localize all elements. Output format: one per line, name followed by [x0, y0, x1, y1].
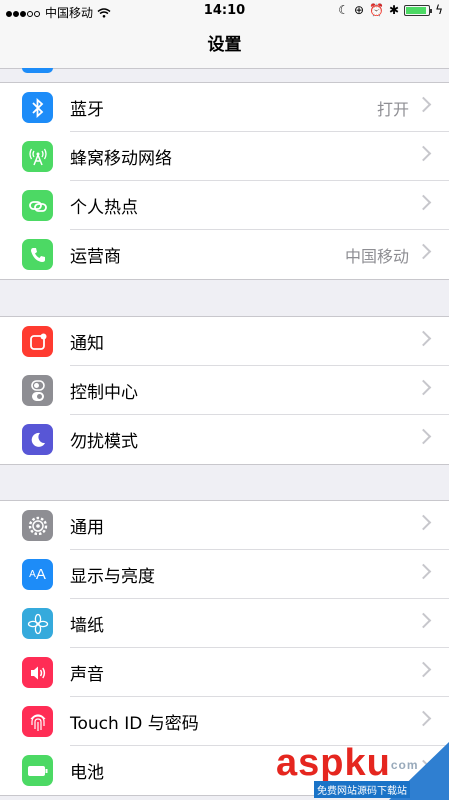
- status-bar: 中国移动 14:10 ☾ ⊕ ⏰ ✱ ϟ: [0, 0, 449, 22]
- chevron-right-icon: [415, 612, 432, 629]
- chevron-right-icon: [415, 145, 432, 162]
- row-do-not-disturb[interactable]: 勿扰模式: [0, 415, 449, 464]
- notifications-icon: [22, 326, 53, 357]
- rotation-lock-icon: ⊕: [354, 3, 365, 17]
- moon-icon: [22, 424, 53, 455]
- watermark-subtitle: 免费网站源码下载站: [314, 781, 410, 798]
- row-display[interactable]: AA 显示与亮度: [0, 550, 449, 599]
- battery-icon: [22, 755, 53, 786]
- chevron-right-icon: [415, 428, 432, 445]
- row-notifications[interactable]: 通知: [0, 317, 449, 366]
- status-right: ☾ ⊕ ⏰ ✱ ϟ: [338, 3, 443, 17]
- battery-status-icon: [404, 4, 433, 16]
- chevron-right-icon: [415, 96, 432, 113]
- chevron-right-icon: [415, 563, 432, 580]
- row-hotspot[interactable]: 个人热点: [0, 181, 449, 230]
- charging-icon: ϟ: [435, 3, 443, 17]
- row-label: 墙纸: [70, 616, 104, 636]
- row-label: 电池: [70, 763, 104, 783]
- row-label: 通知: [70, 334, 104, 354]
- row-label: 运营商: [70, 247, 121, 267]
- chevron-right-icon: [415, 661, 432, 678]
- row-wallpaper[interactable]: 墙纸: [0, 599, 449, 648]
- phone-icon: [22, 239, 53, 270]
- row-carrier[interactable]: 运营商 中国移动: [0, 230, 449, 279]
- row-general[interactable]: 通用: [0, 501, 449, 550]
- wallpaper-icon: [22, 608, 53, 639]
- gear-icon: [22, 510, 53, 541]
- chevron-right-icon: [415, 379, 432, 396]
- row-label: 通用: [70, 518, 104, 538]
- row-bluetooth[interactable]: 蓝牙 打开: [0, 83, 449, 132]
- group-connectivity: 蓝牙 打开 蜂窝移动网络 个人热点 运营商 中国移动: [0, 82, 449, 280]
- row-sounds[interactable]: 声音: [0, 648, 449, 697]
- scrolled-row-icon: [22, 68, 53, 73]
- hotspot-icon: [22, 190, 53, 221]
- row-touch-id[interactable]: Touch ID 与密码: [0, 697, 449, 746]
- sound-icon: [22, 657, 53, 688]
- row-label: 显示与亮度: [70, 567, 155, 587]
- page-title: 设置: [0, 22, 449, 69]
- fingerprint-icon: [22, 706, 53, 737]
- watermark-text: aspkucom: [276, 742, 419, 784]
- display-icon: AA: [22, 559, 53, 590]
- chevron-right-icon: [415, 514, 432, 531]
- watermark: aspkucom 免费网站源码下载站: [274, 742, 449, 800]
- moon-status-icon: ☾: [338, 3, 349, 17]
- chevron-right-icon: [415, 330, 432, 347]
- chevron-right-icon: [415, 243, 432, 260]
- row-label: 蓝牙: [70, 100, 104, 120]
- row-label: 勿扰模式: [70, 432, 138, 452]
- row-label: 控制中心: [70, 383, 138, 403]
- chevron-right-icon: [415, 194, 432, 211]
- alarm-icon: ⏰: [369, 3, 385, 17]
- row-label: Touch ID 与密码: [70, 714, 199, 734]
- control-center-icon: [22, 375, 53, 406]
- row-label: 蜂窝移动网络: [70, 149, 172, 169]
- row-label: 声音: [70, 665, 104, 685]
- bluetooth-icon: [22, 92, 53, 123]
- row-control-center[interactable]: 控制中心: [0, 366, 449, 415]
- chevron-right-icon: [415, 710, 432, 727]
- bluetooth-status-icon: ✱: [389, 3, 400, 17]
- row-cellular[interactable]: 蜂窝移动网络: [0, 132, 449, 181]
- row-value: 中国移动: [344, 246, 409, 266]
- cellular-icon: [22, 141, 53, 172]
- row-label: 个人热点: [70, 198, 138, 218]
- group-notifications: 通知 控制中心 勿扰模式: [0, 316, 449, 465]
- row-value: 打开: [376, 99, 409, 119]
